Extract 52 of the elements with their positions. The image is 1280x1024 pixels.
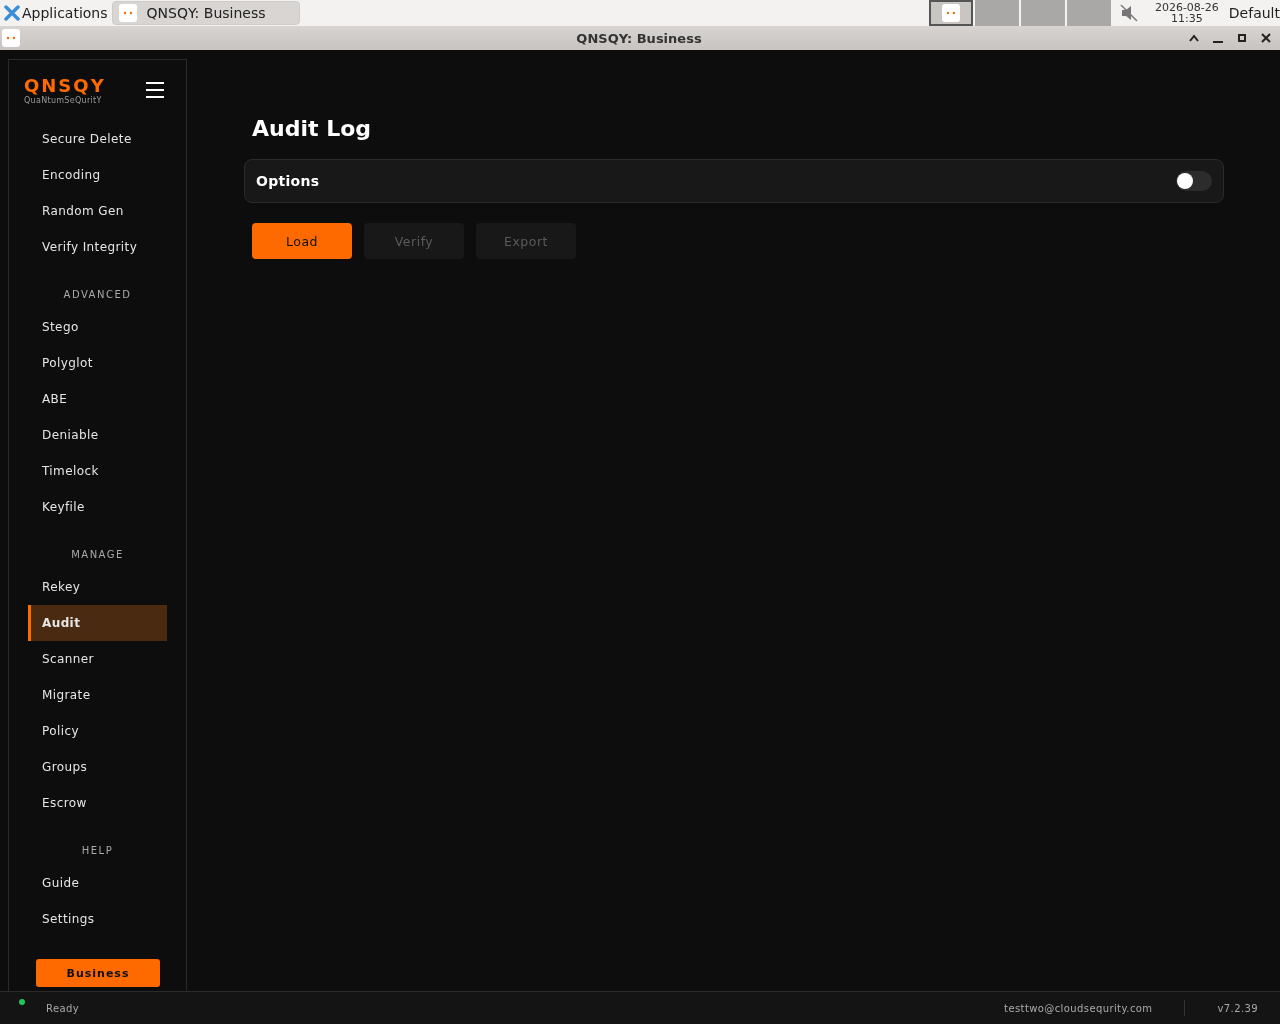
speaker-muted-icon[interactable] xyxy=(1118,3,1139,23)
chevron-up-icon xyxy=(1189,34,1199,42)
logo-tagline: QuaNtumSeQuritY xyxy=(24,95,103,105)
sidebar-item[interactable]: Random Gen xyxy=(28,193,167,229)
sidebar-item[interactable]: Policy xyxy=(28,713,167,749)
status-text: Ready xyxy=(46,1002,80,1014)
minimize-icon xyxy=(1213,41,1223,43)
keyboard-layout[interactable]: Default xyxy=(1228,5,1280,21)
options-toggle[interactable] xyxy=(1176,171,1212,191)
workspace-switcher[interactable] xyxy=(1020,0,1065,26)
workspace-switcher[interactable] xyxy=(928,0,973,26)
sidebar-item[interactable]: Verify Integrity xyxy=(28,229,167,265)
maximize-icon xyxy=(1238,34,1246,42)
sidebar-item[interactable]: Keyfile xyxy=(28,489,167,525)
section-heading: HELP xyxy=(80,843,115,858)
window-title: QNSQY: Business xyxy=(575,30,703,46)
app-icon xyxy=(118,4,137,22)
sidebar-item[interactable]: Guide xyxy=(28,865,167,901)
close-icon xyxy=(1261,33,1271,43)
taskbar-task[interactable]: QNSQY: Business xyxy=(111,1,300,25)
sidebar-item[interactable]: Timelock xyxy=(28,453,167,489)
workspace-switcher[interactable] xyxy=(974,0,1019,26)
sidebar-item[interactable]: Audit xyxy=(28,605,167,641)
section-heading: MANAGE xyxy=(70,547,125,562)
app-icon xyxy=(941,4,960,22)
sidebar-item[interactable]: Rekey xyxy=(28,569,167,605)
workspace-switcher[interactable] xyxy=(1066,0,1111,26)
section-heading: ADVANCED xyxy=(62,287,133,302)
sidebar-item[interactable]: Secure Delete xyxy=(28,121,167,157)
sidebar-item[interactable]: Polyglot xyxy=(28,345,167,381)
options-label: Options xyxy=(256,173,320,189)
x-logo-icon xyxy=(4,5,20,21)
logo: QNSQY xyxy=(24,75,106,96)
menu-button[interactable] xyxy=(144,80,166,100)
tier-button[interactable]: Business xyxy=(36,959,160,987)
page-title: Audit Log xyxy=(252,116,373,141)
applications-menu[interactable]: Applications xyxy=(0,0,112,26)
clock[interactable]: 2026-08-26 11:35 xyxy=(1154,2,1219,24)
sidebar-item[interactable]: Deniable xyxy=(28,417,167,453)
sidebar-item[interactable]: Groups xyxy=(28,749,167,785)
sidebar-item[interactable]: Stego xyxy=(28,309,167,345)
sidebar-item[interactable]: Scanner xyxy=(28,641,167,677)
sidebar-item[interactable]: Settings xyxy=(28,901,167,937)
sidebar-item[interactable]: ABE xyxy=(28,381,167,417)
app-icon xyxy=(2,29,20,47)
version-label: v7.2.39 xyxy=(1217,1002,1258,1014)
user-email: testtwo@cloudsequrity.com xyxy=(1004,1002,1153,1014)
sidebar-item[interactable]: Escrow xyxy=(28,785,167,821)
action-button[interactable]: Load xyxy=(252,223,352,259)
sidebar-item[interactable]: Encoding xyxy=(28,157,167,193)
sidebar-item[interactable]: Migrate xyxy=(28,677,167,713)
options-panel[interactable]: Options xyxy=(244,159,1224,203)
